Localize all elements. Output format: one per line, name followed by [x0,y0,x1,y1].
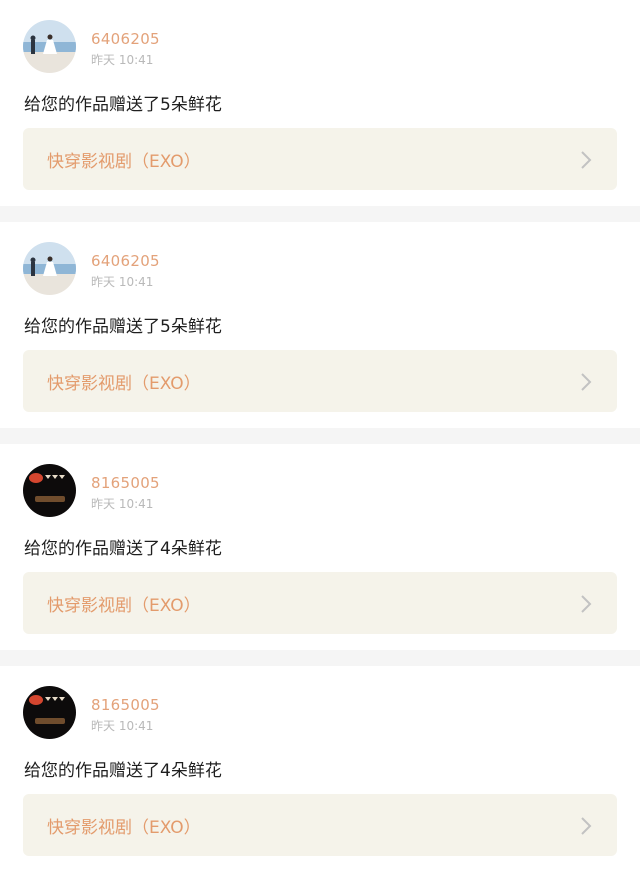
gift-message: 给您的作品赠送了4朵鲜花 [24,539,222,559]
chevron-right-icon [581,151,592,169]
work-link[interactable]: 快穿影视剧（EXO） [23,794,617,856]
avatar[interactable] [23,686,76,739]
work-title: 快穿影视剧（EXO） [47,818,201,838]
work-link[interactable]: 快穿影视剧（EXO） [23,350,617,412]
username[interactable]: 6406205 [91,252,160,270]
gift-message: 给您的作品赠送了4朵鲜花 [24,761,222,781]
avatar[interactable] [23,242,76,295]
timestamp: 昨天 10:41 [91,497,154,511]
avatar[interactable] [23,464,76,517]
work-link[interactable]: 快穿影视剧（EXO） [23,128,617,190]
work-title: 快穿影视剧（EXO） [47,374,201,394]
work-title: 快穿影视剧（EXO） [47,152,201,172]
timestamp: 昨天 10:41 [91,719,154,733]
chevron-right-icon [581,595,592,613]
chevron-right-icon [581,817,592,835]
dark-sticker-avatar-icon [23,686,76,739]
dark-sticker-avatar-icon [23,464,76,517]
username[interactable]: 8165005 [91,474,160,492]
timestamp: 昨天 10:41 [91,53,154,67]
username[interactable]: 8165005 [91,696,160,714]
username[interactable]: 6406205 [91,30,160,48]
gift-message: 给您的作品赠送了5朵鲜花 [24,317,222,337]
beach-couple-avatar-icon [23,20,76,73]
work-link[interactable]: 快穿影视剧（EXO） [23,572,617,634]
notification-card: 8165005 昨天 10:41 给您的作品赠送了4朵鲜花 快穿影视剧（EXO） [0,444,640,650]
gift-message: 给您的作品赠送了5朵鲜花 [24,95,222,115]
notification-feed: 6406205 昨天 10:41 给您的作品赠送了5朵鲜花 快穿影视剧（EXO）… [0,0,640,882]
work-title: 快穿影视剧（EXO） [47,596,201,616]
notification-card: 8165005 昨天 10:41 给您的作品赠送了4朵鲜花 快穿影视剧（EXO） [0,666,640,882]
beach-couple-avatar-icon [23,242,76,295]
notification-card: 6406205 昨天 10:41 给您的作品赠送了5朵鲜花 快穿影视剧（EXO） [0,0,640,206]
chevron-right-icon [581,373,592,391]
avatar[interactable] [23,20,76,73]
timestamp: 昨天 10:41 [91,275,154,289]
notification-card: 6406205 昨天 10:41 给您的作品赠送了5朵鲜花 快穿影视剧（EXO） [0,222,640,428]
